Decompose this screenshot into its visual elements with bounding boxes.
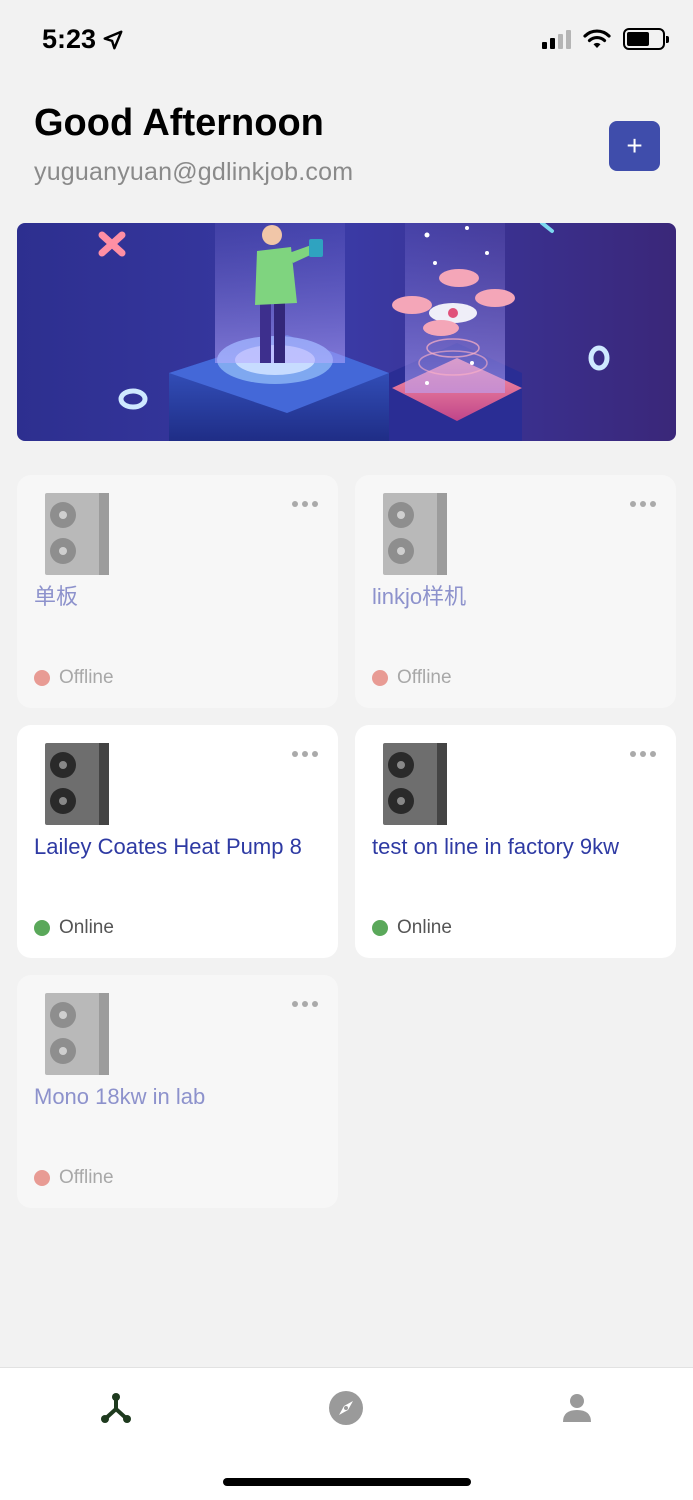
device-status: Online: [34, 917, 114, 939]
device-name: Mono 18kw in lab: [34, 1084, 206, 1109]
device-card[interactable]: Mono 18kw in lab Offline: [17, 975, 338, 1208]
home-indicator: [223, 1478, 471, 1486]
device-status-label: Online: [59, 917, 114, 938]
more-options-icon[interactable]: [292, 1001, 318, 1007]
tab-profile[interactable]: [557, 1388, 597, 1428]
status-time: 5:23: [42, 24, 124, 55]
status-bar: 5:23: [0, 0, 693, 84]
device-status: Offline: [372, 667, 452, 689]
location-arrow-icon: [103, 30, 123, 49]
device-name: linkjo样机: [372, 584, 467, 609]
device-status-label: Offline: [397, 667, 452, 688]
device-status-label: Offline: [59, 667, 114, 688]
device-status: Offline: [34, 667, 114, 689]
device-card[interactable]: linkjo样机 Offline: [355, 475, 676, 708]
status-indicators: [542, 28, 669, 50]
device-status-label: Offline: [59, 1167, 114, 1188]
device-name: Lailey Coates Heat Pump 8: [34, 834, 302, 859]
greeting-title: Good Afternoon: [34, 102, 324, 144]
tab-discover[interactable]: [326, 1388, 366, 1428]
tab-devices[interactable]: [96, 1388, 136, 1428]
more-options-icon[interactable]: [630, 501, 656, 507]
device-name: test on line in factory 9kw: [372, 834, 620, 859]
device-name: 单板: [34, 584, 79, 609]
compass-icon: [329, 1391, 363, 1425]
cellular-signal-icon: [542, 29, 571, 49]
device-status-label: Online: [397, 917, 452, 938]
device-status: Online: [372, 917, 452, 939]
heat-pump-unit-icon: [45, 743, 109, 825]
promo-banner: [17, 223, 676, 441]
more-options-icon[interactable]: [630, 751, 656, 757]
user-email: yuguanyuan@gdlinkjob.com: [34, 158, 354, 186]
heat-pump-unit-icon: [383, 743, 447, 825]
device-card[interactable]: Lailey Coates Heat Pump 8 Online: [17, 725, 338, 958]
more-options-icon[interactable]: [292, 751, 318, 757]
more-options-icon[interactable]: [292, 501, 318, 507]
device-status: Offline: [34, 1167, 114, 1189]
wifi-icon: [583, 29, 611, 48]
heat-pump-unit-icon: [45, 993, 109, 1075]
devices-network-icon: [101, 1393, 131, 1423]
device-card[interactable]: test on line in factory 9kw Online: [355, 725, 676, 958]
status-dot-icon: [34, 920, 50, 936]
heat-pump-unit-icon: [383, 493, 447, 575]
status-dot-icon: [34, 670, 50, 686]
add-device-button[interactable]: +: [609, 121, 660, 171]
status-dot-icon: [372, 920, 388, 936]
heat-pump-unit-icon: [45, 493, 109, 575]
user-icon: [563, 1394, 591, 1422]
battery-icon: [623, 28, 669, 50]
device-card[interactable]: 单板 Offline: [17, 475, 338, 708]
status-dot-icon: [372, 670, 388, 686]
status-dot-icon: [34, 1170, 50, 1186]
status-time-text: 5:23: [42, 24, 97, 54]
